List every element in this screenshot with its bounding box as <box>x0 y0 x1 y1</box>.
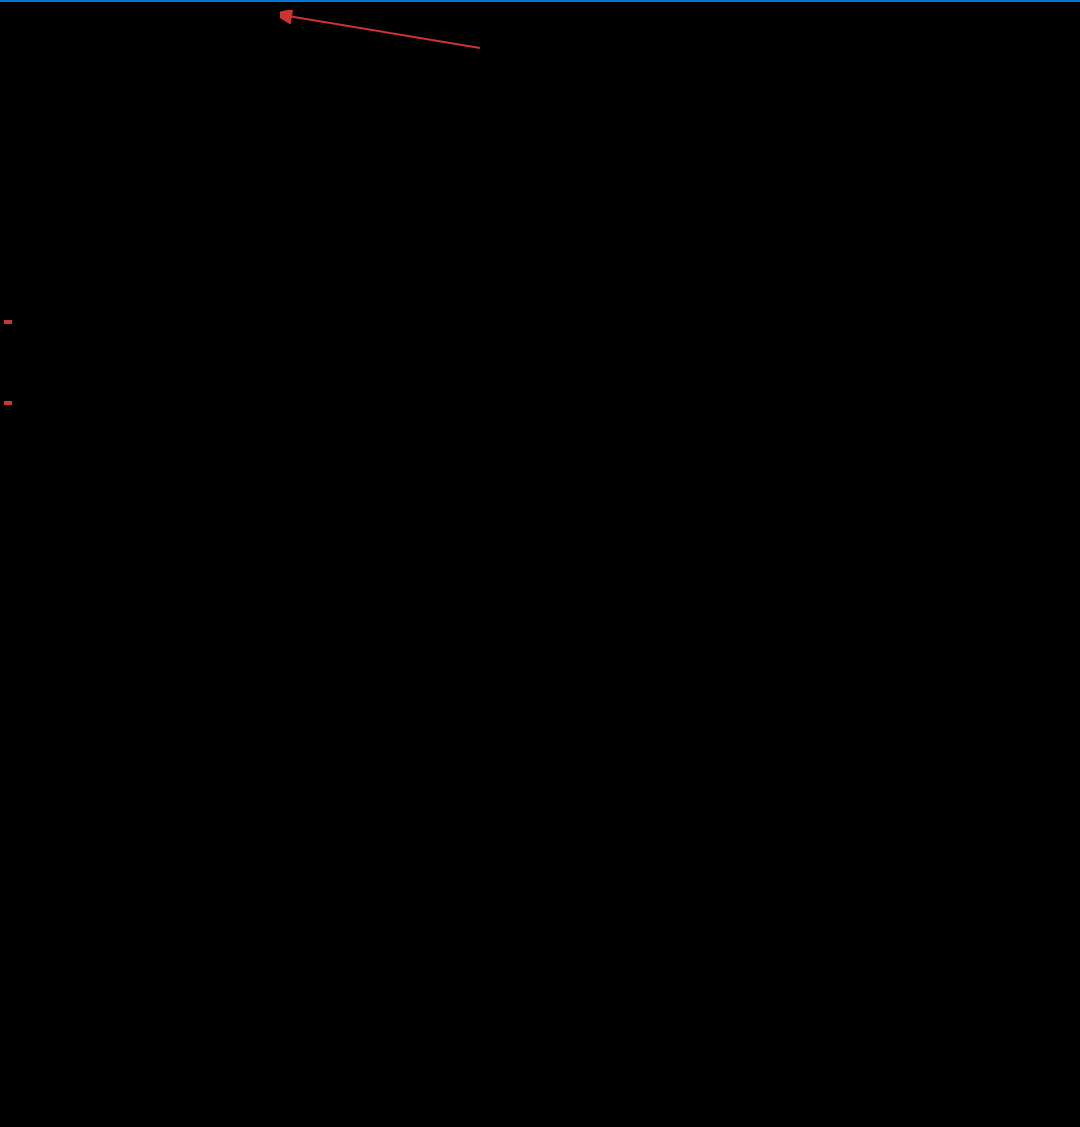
annotation-arrow-icon <box>280 10 500 50</box>
management-commands-header <box>4 320 12 324</box>
window-top-bar <box>0 0 1080 2</box>
commands-header <box>4 401 12 405</box>
